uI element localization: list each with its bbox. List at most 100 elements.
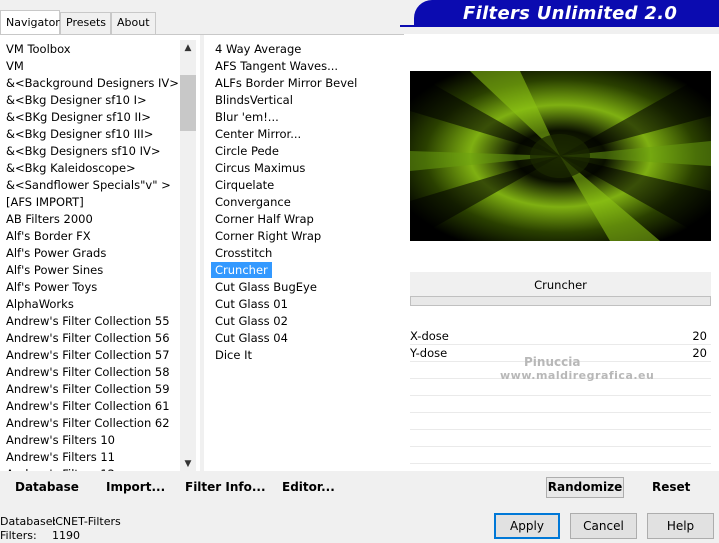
scroll-up-icon[interactable]: ▲ [180, 40, 196, 56]
category-item[interactable]: Alf's Border FX [0, 228, 180, 245]
category-item[interactable]: &<Bkg Designer sf10 I> [0, 92, 180, 109]
category-item[interactable]: VM [0, 58, 180, 75]
filter-item[interactable]: Circle Pede [210, 143, 400, 160]
filter-item[interactable]: Cut Glass 02 [210, 313, 400, 330]
scroll-down-icon[interactable]: ▼ [180, 456, 196, 472]
param-value[interactable]: 20 [692, 345, 707, 362]
parameter-list: X-dose 20 Y-dose 20 [410, 328, 711, 464]
filter-item-label: Blur 'em!... [215, 110, 279, 124]
category-item[interactable]: Andrew's Filter Collection 58 [0, 364, 180, 381]
filter-item[interactable]: Corner Half Wrap [210, 211, 400, 228]
selected-filter-title: Cruncher [410, 272, 711, 298]
filter-item[interactable]: BlindsVertical [210, 92, 400, 109]
category-item[interactable]: Andrew's Filter Collection 56 [0, 330, 180, 347]
watermark-url: www.maldiregrafica.eu [500, 369, 655, 382]
help-button[interactable]: Help [647, 513, 714, 539]
filter-item-label: 4 Way Average [215, 42, 302, 56]
category-item[interactable]: [AFS IMPORT] [0, 194, 180, 211]
filter-item-label: ALFs Border Mirror Bevel [215, 76, 358, 90]
filter-item-label: Convergance [215, 195, 291, 209]
reset-button[interactable]: Reset [652, 480, 690, 494]
category-item[interactable]: &<Bkg Designer sf10 III> [0, 126, 180, 143]
param-value[interactable]: 20 [692, 328, 707, 345]
param-row-empty [410, 413, 711, 430]
category-item[interactable]: &<Background Designers IV> [0, 75, 180, 92]
preview-panel: Cruncher X-dose 20 Y-dose 20 Pinuccia www.m… [404, 34, 719, 471]
filter-item-label: Cut Glass 02 [215, 314, 288, 328]
watermark-name: Pinuccia [524, 355, 581, 369]
filter-item[interactable]: Convergance [210, 194, 400, 211]
filter-item[interactable]: Circus Maximus [210, 160, 400, 177]
param-actions: Randomize Reset [404, 471, 719, 501]
apply-button[interactable]: Apply [494, 513, 560, 539]
navigator-panel: VM Toolbox VM &<Background Designers IV> &<… [0, 34, 404, 472]
filter-item[interactable]: Cut Glass BugEye [210, 279, 400, 296]
tab-about[interactable]: About [111, 12, 156, 34]
filter-item-label: Circus Maximus [215, 161, 306, 175]
category-item[interactable]: Andrew's Filter Collection 55 [0, 313, 180, 330]
tab-navigator[interactable]: Navigator [0, 10, 60, 34]
param-row-empty [410, 396, 711, 413]
category-item[interactable]: &<BKg Designer sf10 II> [0, 109, 180, 126]
filter-item[interactable]: Cut Glass 01 [210, 296, 400, 313]
randomize-button[interactable]: Randomize [546, 477, 624, 498]
footer: Database:ICNET-Filters Filters: 1190 Appl… [0, 503, 719, 543]
category-item[interactable]: Andrew's Filters 11 [0, 449, 180, 466]
param-row[interactable]: X-dose 20 [410, 328, 711, 345]
filter-item[interactable]: Blur 'em!... [210, 109, 400, 126]
app-banner: Filters Unlimited 2.0 [414, 0, 719, 25]
filter-item[interactable]: Corner Right Wrap [210, 228, 400, 245]
filter-item-label: Cut Glass 04 [215, 331, 288, 345]
filter-item[interactable]: Cirquelate [210, 177, 400, 194]
category-item[interactable]: VM Toolbox [0, 41, 180, 58]
filter-item[interactable]: Cut Glass 04 [210, 330, 400, 347]
filter-item[interactable]: 4 Way Average [210, 41, 400, 58]
scroll-thumb[interactable] [180, 75, 196, 131]
filter-progress-bar [410, 296, 711, 306]
category-item[interactable]: Alf's Power Toys [0, 279, 180, 296]
category-item[interactable]: Andrew's Filter Collection 59 [0, 381, 180, 398]
filter-item-label: Crosstitch [215, 246, 273, 260]
category-list[interactable]: VM Toolbox VM &<Background Designers IV> &<… [0, 41, 180, 471]
param-label: Y-dose [410, 346, 448, 360]
preview-image [410, 71, 711, 241]
database-label: Database: [0, 515, 57, 528]
database-button[interactable]: Database [15, 480, 79, 494]
category-item[interactable]: Andrew's Filter Collection 62 [0, 415, 180, 432]
filter-item[interactable]: Center Mirror... [210, 126, 400, 143]
filter-item[interactable]: Cruncher [210, 262, 400, 279]
action-bar: Database Import... Filter Info... Editor… [0, 471, 404, 501]
tab-presets[interactable]: Presets [60, 12, 111, 34]
database-info: Database:ICNET-Filters Filters: 1190 [0, 515, 121, 543]
category-item[interactable]: &<Bkg Kaleidoscope> [0, 160, 180, 177]
filter-info-button[interactable]: Filter Info... [185, 480, 266, 494]
category-item[interactable]: Alf's Power Sines [0, 262, 180, 279]
filter-item[interactable]: Dice It [210, 347, 400, 364]
filter-item-label: Dice It [215, 348, 253, 362]
category-item[interactable]: &<Sandflower Specials"v" > [0, 177, 180, 194]
filter-item-label: BlindsVertical [215, 93, 293, 107]
filter-item-label: Cruncher [211, 262, 272, 278]
filter-item-label: Center Mirror... [215, 127, 302, 141]
param-row-empty [410, 430, 711, 447]
filter-item[interactable]: AFS Tangent Waves... [210, 58, 400, 75]
filters-label: Filters: [0, 529, 37, 542]
category-item[interactable]: Alf's Power Grads [0, 245, 180, 262]
filter-item-label: Corner Half Wrap [215, 212, 314, 226]
category-item[interactable]: &<Bkg Designers sf10 IV> [0, 143, 180, 160]
watermark: Pinuccia www.maldiregrafica.eu [500, 355, 654, 383]
editor-button[interactable]: Editor... [282, 480, 335, 494]
category-scrollbar[interactable]: ▲ ▼ [180, 40, 196, 472]
filter-item[interactable]: Crosstitch [210, 245, 400, 262]
category-item[interactable]: AlphaWorks [0, 296, 180, 313]
filter-item-label: AFS Tangent Waves... [215, 59, 339, 73]
filter-list[interactable]: 4 Way Average AFS Tangent Waves... ALFs Bo… [210, 41, 400, 471]
category-item[interactable]: Andrew's Filter Collection 61 [0, 398, 180, 415]
category-item[interactable]: Andrew's Filters 10 [0, 432, 180, 449]
category-item[interactable]: AB Filters 2000 [0, 211, 180, 228]
filter-item[interactable]: ALFs Border Mirror Bevel [210, 75, 400, 92]
category-item[interactable]: Andrew's Filter Collection 57 [0, 347, 180, 364]
import-button[interactable]: Import... [106, 480, 165, 494]
cancel-button[interactable]: Cancel [570, 513, 637, 539]
banner-underline [400, 25, 719, 27]
